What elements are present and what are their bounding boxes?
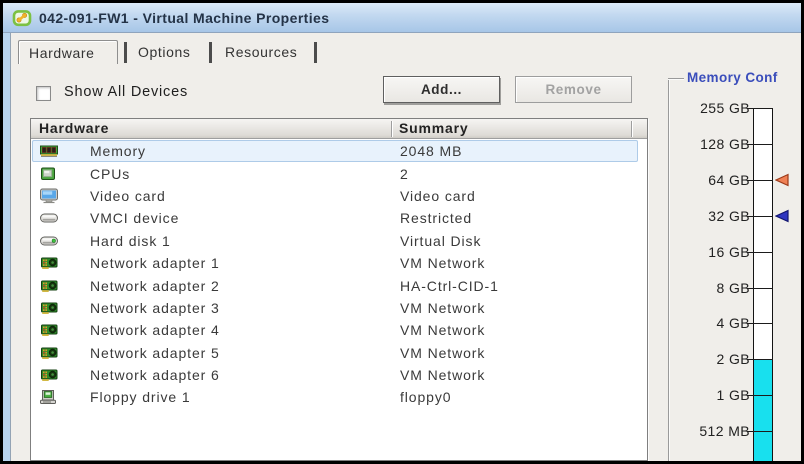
device-name: Hard disk 1 xyxy=(90,233,171,249)
device-name: Network adapter 6 xyxy=(90,367,220,383)
tab-separator xyxy=(314,42,317,63)
memory-tick xyxy=(747,323,773,324)
table-row[interactable]: Memory 2048 MB xyxy=(32,140,638,162)
hard-disk-icon xyxy=(40,236,58,245)
window-border-left xyxy=(3,33,11,461)
memory-configuration-title: Memory Conf xyxy=(684,71,781,85)
network-adapter-icon xyxy=(40,369,58,382)
memory-tick xyxy=(747,288,773,289)
device-name: Network adapter 2 xyxy=(90,278,220,294)
memory-tick-label: 1 GB xyxy=(678,387,750,403)
table-row[interactable]: CPUs 2 xyxy=(32,162,638,184)
memory-tick xyxy=(747,395,773,396)
device-summary: VM Network xyxy=(400,255,485,271)
device-summary: Video card xyxy=(400,188,476,204)
memory-tick xyxy=(747,359,773,360)
device-summary: HA-Ctrl-CID-1 xyxy=(400,278,499,294)
table-row[interactable]: VMCI device Restricted xyxy=(32,207,638,229)
device-name: Network adapter 3 xyxy=(90,300,220,316)
table-row[interactable]: Video card Video card xyxy=(32,185,638,207)
column-divider[interactable] xyxy=(391,121,392,137)
memory-tick xyxy=(747,144,773,145)
window-title: 042-091-FW1 - Virtual Machine Properties xyxy=(39,10,329,26)
device-summary: 2 xyxy=(400,166,409,182)
groupbox-border xyxy=(668,78,669,461)
column-header-hardware[interactable]: Hardware xyxy=(39,119,109,139)
network-adapter-icon xyxy=(40,346,58,359)
memory-tick xyxy=(747,252,773,253)
add-button[interactable]: Add... xyxy=(383,76,500,103)
device-name: Video card xyxy=(90,188,166,204)
device-name: VMCI device xyxy=(90,210,179,226)
network-adapter-icon xyxy=(40,279,58,292)
column-header-summary[interactable]: Summary xyxy=(399,119,468,139)
device-summary: VM Network xyxy=(400,300,485,316)
device-summary: floppy0 xyxy=(400,389,451,405)
tab-hardware[interactable]: Hardware xyxy=(18,40,118,64)
memory-tick-label: 512 MB xyxy=(678,423,750,439)
tab-resources[interactable]: Resources xyxy=(225,40,297,64)
memory-configuration-panel: Memory Conf 255 GB 128 GB 64 GB 32 GB 16 GB 8… xyxy=(668,71,801,461)
memory-tick-label: 2 GB xyxy=(678,351,750,367)
vmci-device-icon xyxy=(40,214,58,223)
memory-icon xyxy=(40,145,58,158)
device-name: Network adapter 5 xyxy=(90,345,220,361)
tab-options[interactable]: Options xyxy=(138,40,190,64)
network-adapter-icon xyxy=(40,301,58,314)
network-adapter-icon xyxy=(40,257,58,270)
table-row[interactable]: Floppy drive 1 floppy0 xyxy=(32,386,638,408)
device-name: Network adapter 4 xyxy=(90,322,220,338)
show-all-devices-label: Show All Devices xyxy=(64,84,188,100)
device-summary: VM Network xyxy=(400,345,485,361)
table-row[interactable]: Network adapter 3 VM Network xyxy=(32,297,638,319)
memory-tick xyxy=(747,216,773,217)
device-name: CPUs xyxy=(90,166,130,182)
device-name: Memory xyxy=(90,143,146,159)
remove-button[interactable]: Remove xyxy=(515,76,632,103)
memory-tick-label: 64 GB xyxy=(678,172,750,188)
table-row[interactable]: Network adapter 2 HA-Ctrl-CID-1 xyxy=(32,274,638,296)
memory-tick-label: 32 GB xyxy=(678,208,750,224)
hardware-rows: Memory 2048 MB xyxy=(31,140,647,460)
dialog-content: Hardware Options Resources Show All Devi… xyxy=(12,33,801,461)
memory-tick xyxy=(747,431,773,432)
column-divider[interactable] xyxy=(631,121,632,137)
table-row[interactable]: Network adapter 6 VM Network xyxy=(32,364,638,386)
memory-tick-label: 255 GB xyxy=(678,100,750,116)
memory-marker-blue-icon[interactable] xyxy=(775,209,789,223)
memory-tick xyxy=(747,108,773,109)
device-name: Network adapter 1 xyxy=(90,255,220,271)
device-summary: Restricted xyxy=(400,210,472,226)
hardware-table: Hardware Summary xyxy=(30,118,648,461)
tab-separator xyxy=(209,42,212,63)
tab-separator xyxy=(124,42,127,63)
memory-slider-track[interactable] xyxy=(753,108,773,461)
memory-tick-label: 16 GB xyxy=(678,244,750,260)
memory-current-fill xyxy=(754,359,772,461)
device-summary: VM Network xyxy=(400,322,485,338)
device-summary: VM Network xyxy=(400,367,485,383)
memory-tick-label: 128 GB xyxy=(678,136,750,152)
table-row[interactable]: Hard disk 1 Virtual Disk xyxy=(32,230,638,252)
hardware-table-header: Hardware Summary xyxy=(31,119,647,139)
device-summary: Virtual Disk xyxy=(400,233,481,249)
memory-tick-label: 8 GB xyxy=(678,280,750,296)
memory-tick xyxy=(747,180,773,181)
show-all-devices-checkbox[interactable] xyxy=(36,86,51,101)
memory-marker-orange-icon[interactable] xyxy=(775,173,789,187)
table-row[interactable]: Network adapter 4 VM Network xyxy=(32,319,638,341)
floppy-drive-icon xyxy=(40,390,56,404)
vm-properties-window: 042-091-FW1 - Virtual Machine Properties… xyxy=(0,0,804,464)
network-adapter-icon xyxy=(40,324,58,337)
video-card-icon xyxy=(40,188,58,203)
device-summary: 2048 MB xyxy=(400,143,462,159)
table-row[interactable]: Network adapter 1 VM Network xyxy=(32,252,638,274)
window-titlebar[interactable]: 042-091-FW1 - Virtual Machine Properties xyxy=(3,3,801,33)
table-row[interactable]: Network adapter 5 VM Network xyxy=(32,342,638,364)
device-name: Floppy drive 1 xyxy=(90,389,191,405)
memory-tick-label: 4 GB xyxy=(678,315,750,331)
vm-icon xyxy=(12,9,32,27)
cpu-icon xyxy=(40,167,56,180)
